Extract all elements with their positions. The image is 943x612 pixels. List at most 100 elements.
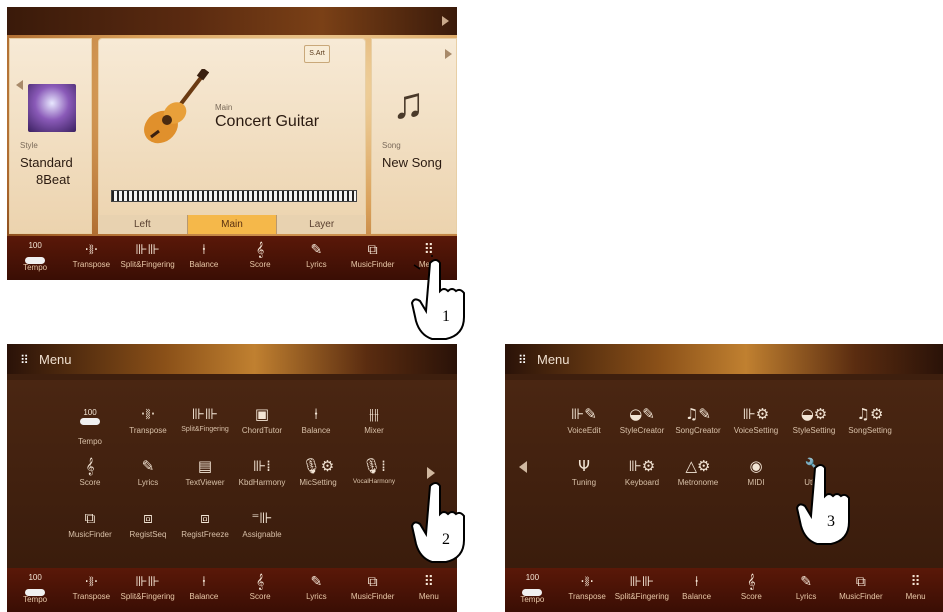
menu-button[interactable]: ⠿ Menu [401,568,457,612]
menu-item-midi[interactable]: ◉ MIDI [725,454,787,487]
lyrics-icon: ✎ [800,574,812,590]
menu-item-songsetting[interactable]: ♫⚙ SongSetting [839,402,901,435]
menu-item-voicesetting[interactable]: ⊪⚙ VoiceSetting [725,402,787,435]
balance-icon: ⍿ [314,405,318,423]
menu-item-micsetting[interactable]: 🎙⚙ MicSetting [287,454,349,487]
menu-screen-page2: ⠿ Menu ⊪✎ VoiceEdit ◒✎ StyleCreator ♫✎ Song… [505,344,943,612]
next-page-icon[interactable] [442,16,449,26]
musicfinder-label: MusicFinder [839,592,883,601]
prev-page-icon[interactable] [519,461,527,473]
menu-label: Balance [301,426,331,435]
score-button[interactable]: 𝄞 Score [232,568,288,612]
menu-button[interactable]: ⠿ Menu [888,568,943,612]
tab-left[interactable]: Left [98,215,188,234]
menu-label: TextViewer [185,478,225,487]
menu-item-mixer[interactable]: ⫲⫲ Mixer [343,402,405,435]
menu-item-registseq[interactable]: ⧈ RegistSeq [117,506,179,539]
menu-label: Split&Fingering [181,426,229,433]
lyrics-button[interactable]: ✎ Lyrics [288,568,344,612]
musicfinder-button[interactable]: ⧉ MusicFinder [834,568,889,612]
menu-item-chordtutor[interactable]: ▣ ChordTutor [231,402,293,435]
menu-item-textviewer[interactable]: ▤ TextViewer [174,454,236,487]
menu-title-bar: ⠿ Menu [505,344,943,374]
menu-item-registfreeze[interactable]: ⧈ RegistFreeze [174,506,236,539]
balance-button[interactable]: ⍿ Balance [669,568,724,612]
menu-label: Score [79,478,101,487]
tempo-value: 100 [28,573,42,582]
transpose-button[interactable]: ·⧚· Transpose [560,568,615,612]
balance-button[interactable]: ⍿ Balance [176,236,232,280]
menu-label: VoiceEdit [567,426,601,435]
menu-item-balance[interactable]: ⍿ Balance [285,402,347,435]
transpose-button[interactable]: ·⧚· Transpose [63,236,119,280]
score-button[interactable]: 𝄞 Score [232,236,288,280]
songcreator-icon: ♫✎ [684,405,711,423]
transpose-label: Transpose [72,592,111,601]
score-label: Score [249,592,271,601]
menu-item-stylecreator[interactable]: ◒✎ StyleCreator [611,402,673,435]
split-keyboard-icon: ⊪⊪ [135,242,160,258]
musicfinder-button[interactable]: ⧉ MusicFinder [345,568,401,612]
split-fingering-button[interactable]: ⊪⊪ Split&Fingering [615,568,670,612]
tempo-button[interactable]: 100 Tempo [505,568,560,612]
balance-label: Balance [682,592,712,601]
voicesetting-icon: ⊪⚙ [742,405,770,423]
menu-item-keyboard[interactable]: ⊪⚙ Keyboard [611,454,673,487]
tempo-button[interactable]: 100 Tempo [7,236,63,280]
musicfinder-button[interactable]: ⧉ MusicFinder [345,236,401,280]
transpose-button[interactable]: ·⧚· Transpose [63,568,119,612]
next-icon[interactable] [445,49,452,59]
menu-item-tuning[interactable]: Ψ Tuning [553,454,615,487]
midi-icon: ◉ [749,457,763,475]
home-screen: Style Standard 8Beat S.Art Main Concert … [7,7,457,280]
menu-item-musicfinder[interactable]: ⧉ MusicFinder [59,506,121,539]
microphone-settings-icon: 🎙⚙ [301,457,335,475]
musicfinder-label: MusicFinder [350,260,395,269]
balance-button[interactable]: ⍿ Balance [176,568,232,612]
part-tabs: Left Main Layer [98,215,367,234]
lyrics-button[interactable]: ✎ Lyrics [288,236,344,280]
menu-item-kbdharmony[interactable]: ⊪⁞ KbdHarmony [231,454,293,487]
menu-item-transpose[interactable]: ·⧚· Transpose [117,402,179,435]
menu-label: KbdHarmony [238,478,286,487]
lyrics-label: Lyrics [306,260,327,269]
menu-label: VocalHarmony [352,478,396,485]
lyrics-button[interactable]: ✎ Lyrics [779,568,834,612]
menu-item-vocalharmony[interactable]: 🎙⁞ VocalHarmony [343,454,405,485]
chordtutor-icon: ▣ [254,405,270,423]
menu-item-score[interactable]: 𝄞 Score [59,454,121,487]
split-fingering-button[interactable]: ⊪⊪ Split&Fingering [120,236,176,280]
tempo-button[interactable]: 100 Tempo [7,568,63,612]
prev-icon[interactable] [16,80,23,90]
split-fingering-button[interactable]: ⊪⊪ Split&Fingering [120,568,176,612]
menu-item-songcreator[interactable]: ♫✎ SongCreator [667,402,729,435]
kbdharmony-icon: ⊪⁞ [253,457,271,475]
tab-layer[interactable]: Layer [277,215,367,234]
score-button[interactable]: 𝄞 Score [724,568,779,612]
menu-label: Mixer [364,426,384,435]
style-caption: Style [20,141,38,150]
tab-main[interactable]: Main [187,215,278,234]
menu-item-lyrics[interactable]: ✎ Lyrics [117,454,179,487]
menu-item-tempo[interactable]: 100 Tempo [59,402,121,446]
top-bar [7,7,457,35]
lyrics-icon: ✎ [310,574,323,590]
transpose-label: Transpose [568,592,606,601]
menu-item-metronome[interactable]: △⚙ Metronome [667,454,729,487]
menu-item-stylesetting[interactable]: ◒⚙ StyleSetting [783,402,845,435]
grid-icon: ⠿ [20,353,29,367]
musicfinder-label: MusicFinder [350,592,395,601]
song-panel[interactable]: Song New Song [371,38,457,234]
menu-label: Tuning [571,478,597,487]
style-panel[interactable]: Style Standard 8Beat [9,38,92,234]
transpose-icon: ·⧚· [140,405,156,423]
sart-button[interactable]: S.Art [304,45,330,63]
menu-item-split-fingering[interactable]: ⊪⊪ Split&Fingering [174,402,236,433]
menu-item-assignable[interactable]: ⁼⊪ Assignable [231,506,293,539]
menu-title: Menu [537,352,570,367]
transpose-icon: ·⧚· [84,574,99,590]
hand-pointer-icon: 3 [795,464,850,545]
menu-item-voiceedit[interactable]: ⊪✎ VoiceEdit [553,402,615,435]
style-name-line1: Standard [20,155,73,170]
tempo-label: Tempo [23,263,48,272]
